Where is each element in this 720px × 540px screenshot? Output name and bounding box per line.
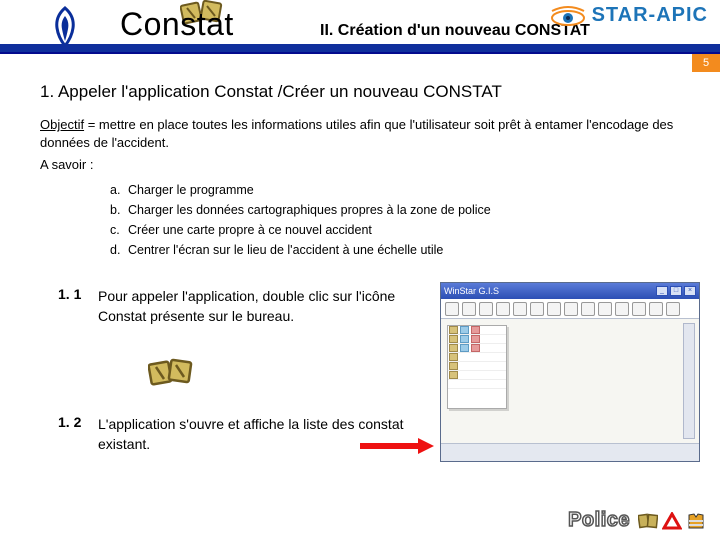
app-window-titlebar: WinStar G.I.S _ □ × <box>441 283 699 299</box>
step-item: b.Charger les données cartographiques pr… <box>110 200 680 220</box>
app-badge-icon <box>48 6 82 48</box>
savoir-label: A savoir : <box>40 157 680 172</box>
footer-triangle-icon <box>662 512 682 530</box>
toolbar-button-icon <box>632 302 646 316</box>
objectif-text: = mettre en place toutes les information… <box>40 117 673 150</box>
toolbar-button-icon <box>581 302 595 316</box>
toolbar-button-icon <box>666 302 680 316</box>
brand-name: STAR-APIC <box>592 4 708 27</box>
app-canvas <box>441 319 699 443</box>
step-item: c.Créer une carte propre à ce nouvel acc… <box>110 220 680 240</box>
footer-boxes-icon <box>638 512 658 530</box>
footer-icons <box>638 512 706 530</box>
app-status-bar <box>441 443 699 461</box>
toolbar-button-icon <box>615 302 629 316</box>
toolbar-button-icon <box>547 302 561 316</box>
objectif-label: Objectif <box>40 117 84 132</box>
app-window-title: WinStar G.I.S <box>444 286 499 296</box>
brand-block: STAR-APIC <box>550 4 708 27</box>
toolbar-button-icon <box>496 302 510 316</box>
toolbar-button-icon <box>530 302 544 316</box>
step-item: d.Centrer l'écran sur le lieu de l'accid… <box>110 240 680 260</box>
toolbar-button-icon <box>445 302 459 316</box>
scrollbar <box>683 323 695 439</box>
minimize-icon: _ <box>656 286 668 296</box>
slide-footer: Police <box>568 509 706 532</box>
section-title: 1. Appeler l'application Constat /Créer … <box>40 82 680 102</box>
toolbar-button-icon <box>649 302 663 316</box>
toolbar-button-icon <box>513 302 527 316</box>
police-watermark: Police <box>568 509 630 532</box>
instruction-number: 1. 1 <box>58 286 88 302</box>
toolbar-button-icon <box>479 302 493 316</box>
app-title: Constat <box>120 6 234 43</box>
constat-list-panel <box>447 325 507 409</box>
objectif-paragraph: Objectif = mettre en place toutes les in… <box>40 116 680 151</box>
pointer-arrow-icon <box>360 440 436 452</box>
toolbar-button-icon <box>462 302 476 316</box>
app-screenshot: WinStar G.I.S _ □ × <box>440 282 700 462</box>
app-toolbar <box>441 299 699 319</box>
maximize-icon: □ <box>670 286 682 296</box>
instruction-number: 1. 2 <box>58 414 88 430</box>
constat-desktop-icon <box>148 353 194 391</box>
slide-number-badge: 5 <box>692 54 720 72</box>
toolbar-button-icon <box>598 302 612 316</box>
step-item: a.Charger le programme <box>110 180 680 200</box>
window-controls: _ □ × <box>656 286 696 296</box>
steps-list: a.Charger le programme b.Charger les don… <box>110 180 680 260</box>
instruction-text: Pour appeler l'application, double clic … <box>98 286 418 327</box>
close-icon: × <box>684 286 696 296</box>
toolbar-button-icon <box>564 302 578 316</box>
header-accent-bar <box>0 44 720 52</box>
brand-eye-icon <box>550 5 586 27</box>
slide-header: Constat II. Création d'un nouveau CONSTA… <box>0 0 720 54</box>
footer-vest-icon <box>686 512 706 530</box>
